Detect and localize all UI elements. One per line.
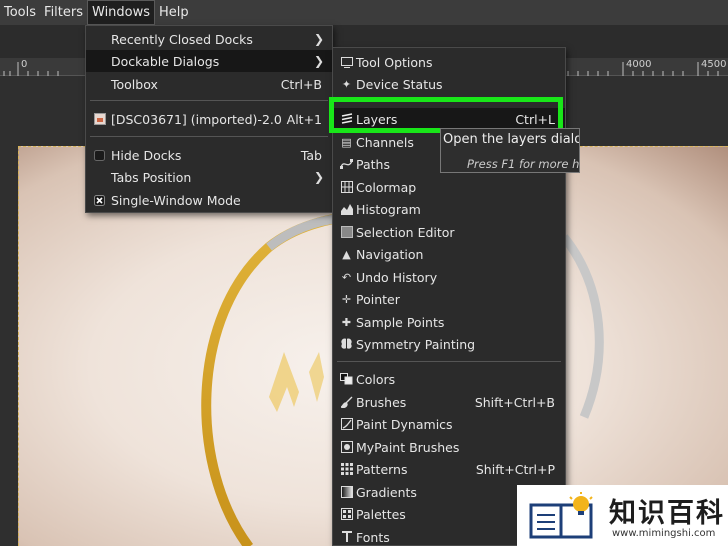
- menu-item-label: Paths: [356, 156, 390, 172]
- shortcut-label: Alt+1: [286, 111, 322, 127]
- palettes-icon: [340, 508, 353, 521]
- shortcut-label: Shift+Ctrl+B: [474, 394, 555, 410]
- menu-separator: [90, 100, 328, 101]
- menu-item-label: Brushes: [356, 394, 407, 410]
- menu-filters[interactable]: Filters: [40, 0, 87, 25]
- logo-text: 知识百科: [609, 498, 725, 529]
- gradients-icon: [340, 486, 353, 499]
- menu-item-symmetry-painting[interactable]: Symmetry Painting: [333, 333, 565, 355]
- shortcut-label: Tab: [300, 147, 322, 163]
- colormap-icon: [340, 181, 353, 194]
- brushes-icon: [340, 396, 353, 409]
- chevron-right-icon: ❯: [313, 54, 324, 68]
- menu-item-pointer[interactable]: ✛ Pointer: [333, 288, 565, 310]
- watermark-logo: 知识百科 www.mimingshi.com: [517, 485, 728, 546]
- menu-item-patterns[interactable]: Patterns Shift+Ctrl+P: [333, 458, 565, 480]
- menu-item-label: Pointer: [356, 291, 400, 307]
- undo-history-icon: ↶: [341, 270, 352, 284]
- menu-item-label: Channels: [356, 134, 414, 150]
- menu-item-brushes[interactable]: Brushes Shift+Ctrl+B: [333, 391, 565, 413]
- device-status-icon: ✦: [341, 77, 352, 91]
- menu-item-label: Hide Docks: [111, 147, 182, 163]
- menu-item-sample-points[interactable]: ✚ Sample Points: [333, 311, 565, 333]
- menu-item-label: Symmetry Painting: [356, 336, 476, 352]
- menu-item-toolbox[interactable]: Toolbox Ctrl+B: [86, 73, 332, 95]
- channels-icon: ▤: [341, 135, 352, 149]
- menu-item-label: Navigation: [356, 246, 424, 262]
- menu-item-label: Sample Points: [356, 314, 445, 330]
- menu-item-hide-docks[interactable]: Hide Docks Tab: [86, 144, 332, 166]
- checkbox-checked-icon: [93, 194, 106, 207]
- menu-item-undo-history[interactable]: ↶ Undo History: [333, 266, 565, 288]
- menu-item-single-window-mode[interactable]: Single-Window Mode: [86, 189, 332, 211]
- chevron-right-icon: ❯: [313, 170, 324, 184]
- ruler-label: 4500: [701, 59, 727, 70]
- menu-item-label: Patterns: [356, 461, 408, 477]
- menu-item-label: Histogram: [356, 201, 421, 217]
- menu-item-label: Tool Options: [356, 54, 433, 70]
- menu-item-label: Single-Window Mode: [111, 192, 241, 208]
- colors-icon: [340, 373, 353, 386]
- menu-item-label: MyPaint Brushes: [356, 439, 460, 455]
- paths-icon: [340, 158, 353, 171]
- menu-separator: [90, 136, 328, 137]
- menu-windows[interactable]: Windows: [87, 0, 156, 25]
- menu-item-label: Gradients: [356, 484, 417, 500]
- menu-item-label: Colormap: [356, 179, 417, 195]
- mypaint-brushes-icon: [340, 441, 353, 454]
- menu-item-label: Fonts: [356, 529, 390, 545]
- menu-item-image-dsc03671[interactable]: [DSC03671] (imported)-2.0 Alt+1: [86, 108, 332, 130]
- windows-menu: Recently Closed Docks ❯ Dockable Dialogs…: [85, 25, 333, 213]
- tooltip-hint: Press F1 for more help: [467, 157, 580, 171]
- menu-item-mypaint-brushes[interactable]: MyPaint Brushes: [333, 436, 565, 458]
- sample-points-icon: ✚: [341, 315, 352, 329]
- menu-item-colors[interactable]: Colors: [333, 368, 565, 390]
- tooltip-title: Open the layers dialog: [443, 132, 580, 147]
- menu-item-recently-closed-docks[interactable]: Recently Closed Docks ❯: [86, 28, 332, 50]
- menu-item-label: Palettes: [356, 506, 406, 522]
- menu-help[interactable]: Help: [155, 0, 193, 25]
- histogram-icon: [340, 203, 353, 216]
- menubar: Tools Filters Windows Help: [0, 0, 728, 25]
- ruler-label: 0: [21, 59, 28, 70]
- paint-dynamics-icon: [340, 418, 353, 431]
- image-thumbnail-icon: [93, 113, 106, 126]
- menu-item-label: Device Status: [356, 76, 443, 92]
- symmetry-painting-icon: [340, 338, 353, 351]
- selection-editor-icon: [340, 226, 353, 239]
- shortcut-label: Shift+Ctrl+P: [475, 461, 555, 477]
- checkbox-unchecked-icon: [93, 149, 106, 162]
- book-lightbulb-icon: [529, 492, 593, 539]
- menu-item-label: Colors: [356, 371, 396, 387]
- menu-item-label: [DSC03671] (imported)-2.0: [111, 111, 282, 127]
- menu-separator: [337, 361, 561, 362]
- menu-item-label: Paint Dynamics: [356, 416, 453, 432]
- layers-tooltip: Open the layers dialog Press F1 for more…: [440, 128, 580, 173]
- chevron-right-icon: ❯: [313, 32, 324, 46]
- menu-item-tool-options[interactable]: Tool Options: [333, 51, 565, 73]
- fonts-icon: [340, 531, 353, 544]
- menu-item-device-status[interactable]: ✦ Device Status: [333, 73, 565, 95]
- navigation-icon: ▲: [342, 247, 351, 261]
- menu-item-label: Selection Editor: [356, 224, 455, 240]
- menu-item-label: Toolbox: [111, 76, 158, 92]
- pointer-icon: ✛: [341, 292, 352, 306]
- patterns-icon: [340, 463, 353, 476]
- menu-item-tabs-position[interactable]: Tabs Position ❯: [86, 166, 332, 188]
- menu-item-navigation[interactable]: ▲ Navigation: [333, 243, 565, 265]
- menu-item-dockable-dialogs[interactable]: Dockable Dialogs ❯: [86, 50, 332, 72]
- menu-item-label: Undo History: [356, 269, 438, 285]
- menu-item-selection-editor[interactable]: Selection Editor: [333, 221, 565, 243]
- menu-item-colormap[interactable]: Colormap: [333, 176, 565, 198]
- menu-item-label: Recently Closed Docks: [111, 31, 253, 47]
- menu-item-label: Tabs Position: [111, 169, 192, 185]
- logo-url: www.mimingshi.com: [612, 528, 716, 539]
- menu-item-label: Dockable Dialogs: [111, 53, 220, 69]
- menu-tools[interactable]: Tools: [0, 0, 40, 25]
- shortcut-label: Ctrl+B: [280, 76, 322, 92]
- menu-item-histogram[interactable]: Histogram: [333, 198, 565, 220]
- ruler-label: 4000: [626, 59, 652, 70]
- menu-item-paint-dynamics[interactable]: Paint Dynamics: [333, 413, 565, 435]
- tool-options-icon: [340, 56, 353, 69]
